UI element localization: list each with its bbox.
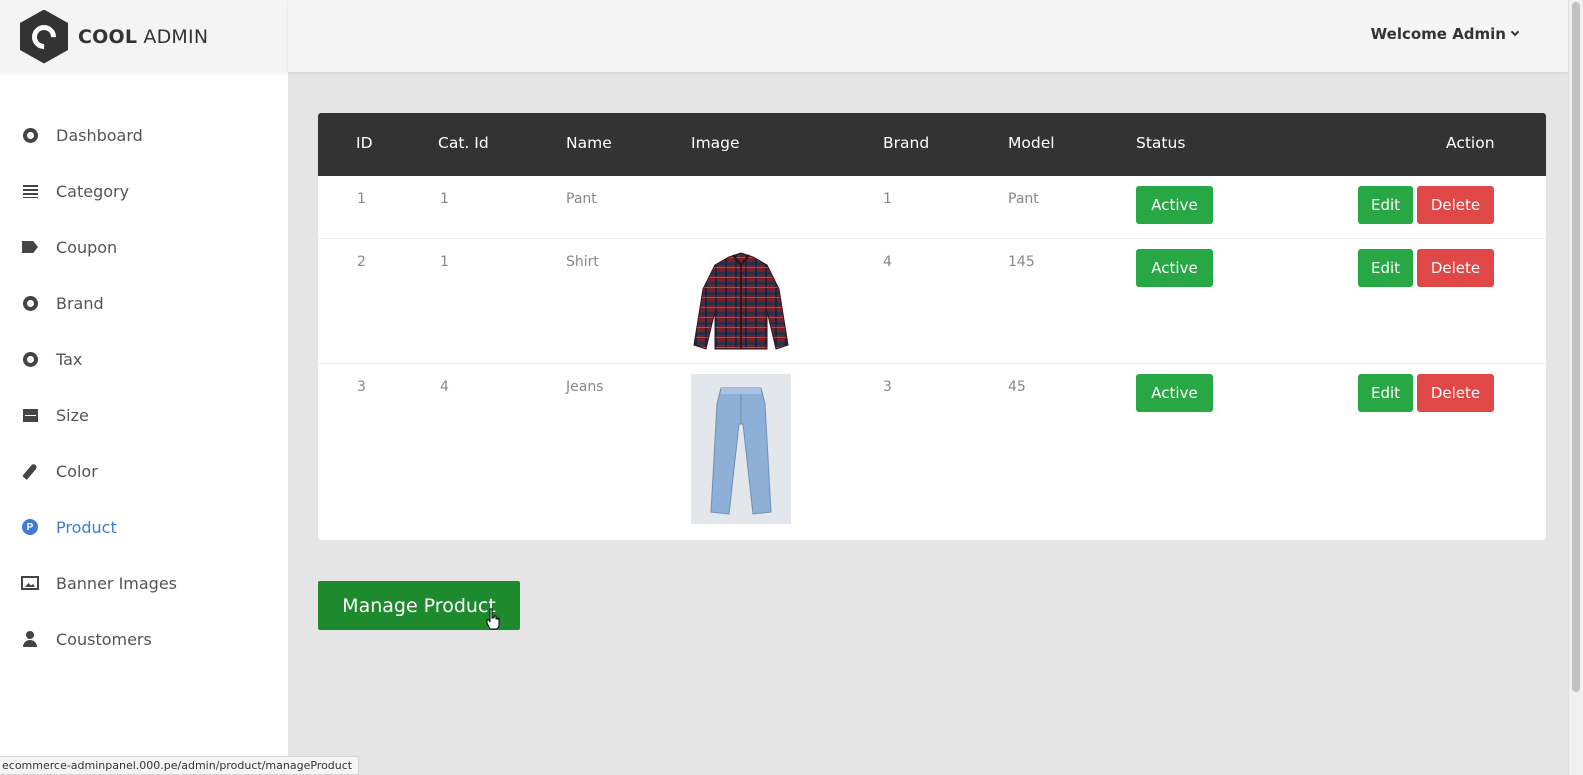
- chevron-down-icon: [1510, 27, 1520, 37]
- cell-brand: 3: [883, 379, 892, 395]
- welcome-text: Welcome Admin: [1370, 25, 1506, 43]
- dashboard-icon: [20, 125, 40, 145]
- sidebar-item-label: Banner Images: [56, 573, 178, 593]
- cell-name: Pant: [566, 191, 597, 207]
- sidebar-item-label: Brand: [56, 293, 104, 313]
- scrollbar-thumb[interactable]: [1572, 2, 1580, 692]
- sidebar-item-label: Category: [56, 181, 130, 201]
- cell-id: 3: [357, 379, 366, 395]
- page-scrollbar[interactable]: [1568, 0, 1583, 775]
- edit-button[interactable]: Edit: [1358, 374, 1413, 412]
- sidebar-item-tax[interactable]: Tax: [0, 331, 288, 387]
- account-dropdown[interactable]: Welcome Admin: [1370, 25, 1520, 43]
- sidebar-item-label: Product: [56, 517, 117, 537]
- product-image-jeans: [691, 374, 791, 524]
- column-header-brand: Brand: [883, 134, 930, 152]
- sidebar-menu: Dashboard Category Coupon Brand Tax Size…: [0, 107, 288, 667]
- column-header-model: Model: [1008, 134, 1055, 152]
- delete-button[interactable]: Delete: [1417, 249, 1494, 287]
- product-image-shirt: [691, 249, 791, 354]
- status-active-button[interactable]: Active: [1136, 374, 1213, 412]
- table-header: ID Cat. Id Name Image Brand Model Status…: [318, 113, 1546, 176]
- product-table: ID Cat. Id Name Image Brand Model Status…: [318, 113, 1546, 540]
- tags-icon: [20, 237, 40, 257]
- sidebar-item-coupon[interactable]: Coupon: [0, 219, 288, 275]
- sidebar-item-color[interactable]: Color: [0, 443, 288, 499]
- sidebar-item-label: Coupon: [56, 237, 118, 257]
- sidebar-item-label: Coustomers: [56, 629, 152, 649]
- sidebar-item-banner-images[interactable]: Banner Images: [0, 555, 288, 611]
- logo-text-light: ADMIN: [143, 25, 209, 48]
- column-header-cat-id: Cat. Id: [438, 134, 489, 152]
- column-header-id: ID: [356, 134, 373, 152]
- status-bar-url: ecommerce-adminpanel.000.pe/admin/produc…: [0, 756, 360, 775]
- cell-cat-id: 4: [440, 379, 449, 395]
- sidebar-item-label: Tax: [56, 349, 83, 369]
- cell-brand: 1: [883, 191, 892, 207]
- logo[interactable]: COOL ADMIN: [0, 0, 288, 73]
- column-header-status: Status: [1136, 134, 1186, 152]
- sidebar-item-customers[interactable]: Coustomers: [0, 611, 288, 667]
- delete-button[interactable]: Delete: [1417, 374, 1494, 412]
- table-row: 1 1 Pant 1 Pant Active Edit Delete: [318, 176, 1546, 239]
- sidebar-item-size[interactable]: Size: [0, 387, 288, 443]
- cell-model: 45: [1008, 379, 1026, 395]
- status-active-button[interactable]: Active: [1136, 186, 1213, 224]
- column-header-action: Action: [1446, 134, 1495, 152]
- sidebar-item-label: Color: [56, 461, 98, 481]
- logo-text-bold: COOL: [78, 25, 138, 48]
- circle-icon: [20, 349, 40, 369]
- edit-button[interactable]: Edit: [1358, 249, 1413, 287]
- sidebar-item-label: Size: [56, 405, 89, 425]
- sidebar-item-product[interactable]: P Product: [0, 499, 288, 555]
- cell-name: Shirt: [566, 254, 599, 270]
- cell-name: Jeans: [566, 379, 604, 395]
- cell-model: Pant: [1008, 191, 1039, 207]
- hand-cursor-icon: [486, 608, 500, 630]
- logo-hexagon-icon: [20, 9, 68, 64]
- sidebar-item-dashboard[interactable]: Dashboard: [0, 107, 288, 163]
- card-icon: [20, 405, 40, 425]
- column-header-name: Name: [566, 134, 612, 152]
- cell-brand: 4: [883, 254, 892, 270]
- circle-icon: [20, 293, 40, 313]
- list-icon: [20, 181, 40, 201]
- table-row: 2 1 Shirt 4 145 Active Edit Delete: [318, 239, 1546, 364]
- cell-cat-id: 1: [440, 254, 449, 270]
- column-header-image: Image: [691, 134, 740, 152]
- images-icon: [20, 573, 40, 593]
- paint-brush-icon: [20, 461, 40, 481]
- top-header: Welcome Admin: [288, 0, 1568, 72]
- cell-id: 2: [357, 254, 366, 270]
- product-p-icon: P: [20, 517, 40, 537]
- edit-button[interactable]: Edit: [1358, 186, 1413, 224]
- sidebar-item-label: Dashboard: [56, 125, 143, 145]
- table-row: 3 4 Jeans 3 45 Active Edit Delete: [318, 364, 1546, 540]
- sidebar-item-category[interactable]: Category: [0, 163, 288, 219]
- cell-cat-id: 1: [440, 191, 449, 207]
- delete-button[interactable]: Delete: [1417, 186, 1494, 224]
- cell-id: 1: [357, 191, 366, 207]
- logo-text: COOL ADMIN: [78, 26, 208, 48]
- user-icon: [20, 629, 40, 649]
- sidebar: COOL ADMIN Dashboard Category Coupon Bra…: [0, 0, 288, 775]
- status-active-button[interactable]: Active: [1136, 249, 1213, 287]
- sidebar-item-brand[interactable]: Brand: [0, 275, 288, 331]
- cell-model: 145: [1008, 254, 1035, 270]
